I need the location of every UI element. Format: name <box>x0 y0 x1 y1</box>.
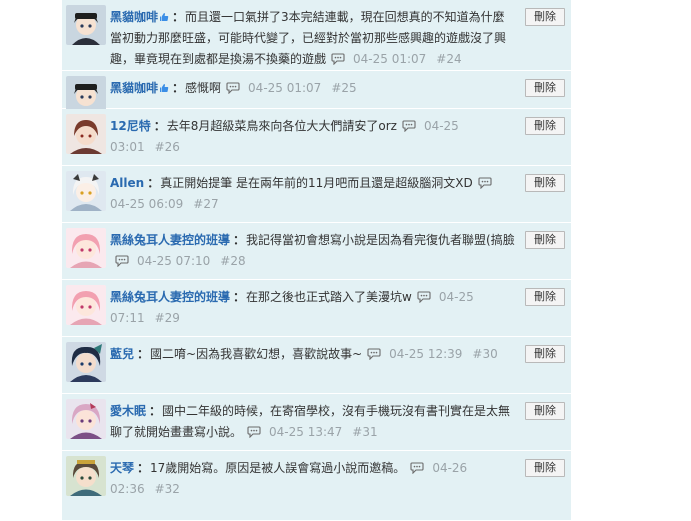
reply-item: 黑絲兔耳人妻控的班導 ：我記得當初會想寫小說是因為看完復仇者聯盟(搞臉 04-25 … <box>62 223 571 280</box>
reply-text: 17歲開始寫。原因是被人誤會寫過小說而邀稿。 <box>150 461 406 475</box>
verified-badge-icon <box>159 79 169 92</box>
floor-number: #29 <box>154 311 180 325</box>
delete-button[interactable]: 刪除 <box>525 231 565 249</box>
avatar[interactable] <box>66 114 106 154</box>
username-link[interactable]: 黑絲兔耳人妻控的班導 <box>110 233 230 247</box>
reply-timestamp: 04-25 01:07 <box>353 52 427 66</box>
delete-button[interactable]: 刪除 <box>525 79 565 97</box>
reply-body: 黑貓咖啡 ：感慨啊 04-25 01:07 #25 <box>110 78 516 99</box>
colon-separator: ： <box>172 10 185 24</box>
colon-separator: ： <box>172 81 185 95</box>
reply-timestamp: 04-25 07:10 <box>137 254 211 268</box>
comment-icon[interactable] <box>226 80 240 95</box>
reply-item: 藍兒 ：國二唷~因為我喜歡幻想，喜歡說故事~ 04-25 12:39 #30 刪除 <box>62 337 571 394</box>
colon-separator: ： <box>137 461 150 475</box>
username-link[interactable]: 黑絲兔耳人妻控的班導 <box>110 290 230 304</box>
reply-body: 藍兒 ：國二唷~因為我喜歡幻想，喜歡說故事~ 04-25 12:39 #30 <box>110 344 516 365</box>
reply-item: 12尼特 ：去年8月超級菜鳥來向各位大大們請安了orz 04-25 03:01 #26… <box>62 109 571 166</box>
avatar[interactable] <box>66 285 106 325</box>
username-link[interactable]: 藍兒 <box>110 347 134 361</box>
delete-button[interactable]: 刪除 <box>525 174 565 192</box>
comment-icon[interactable] <box>478 175 492 190</box>
reply-body: 黑絲兔耳人妻控的班導 ：我記得當初會想寫小說是因為看完復仇者聯盟(搞臉 04-25 … <box>110 230 516 272</box>
reply-text: 感慨啊 <box>185 81 222 95</box>
floor-number: #31 <box>352 425 378 439</box>
reply-body: 愛木眠 ：國中二年級的時候，在寄宿學校，沒有手機玩沒有書刊實在是太無聊了就開始畫畫… <box>110 401 516 443</box>
reply-text: 我記得當初會想寫小說是因為看完復仇者聯盟(搞臉 <box>246 233 515 247</box>
delete-button[interactable]: 刪除 <box>525 288 565 306</box>
avatar[interactable] <box>66 228 106 268</box>
comment-icon[interactable] <box>115 253 129 268</box>
reply-item: 黑貓咖啡 ：感慨啊 04-25 01:07 #25 刪除 <box>62 71 571 116</box>
delete-button[interactable]: 刪除 <box>525 345 565 363</box>
reply-timestamp: 04-25 01:07 <box>248 81 322 95</box>
colon-separator: ： <box>147 176 160 190</box>
comment-icon[interactable] <box>331 51 345 66</box>
colon-separator: ： <box>149 404 162 418</box>
floor-number: #30 <box>472 347 498 361</box>
comment-icon[interactable] <box>367 346 381 361</box>
reply-text: 國二唷~因為我喜歡幻想，喜歡說故事~ <box>150 347 363 361</box>
reply-body: 黑貓咖啡 ：而且還一口氣拼了3本完結連載，現在回想真的不知道為什麼當初動力那麼旺盛… <box>110 7 516 70</box>
avatar[interactable] <box>66 456 106 496</box>
username-link[interactable]: 愛木眠 <box>110 404 146 418</box>
avatar[interactable] <box>66 171 106 211</box>
reply-timestamp: 04-25 12:39 <box>389 347 463 361</box>
username-link[interactable]: 黑貓咖啡 <box>110 10 158 24</box>
comment-icon[interactable] <box>410 460 424 475</box>
avatar[interactable] <box>66 342 106 382</box>
floor-number: #25 <box>331 81 357 95</box>
delete-button[interactable]: 刪除 <box>525 459 565 477</box>
colon-separator: ： <box>233 290 246 304</box>
floor-number: #26 <box>154 140 180 154</box>
floor-number: #24 <box>436 52 462 66</box>
reply-item: Allen ：真正開始提筆 是在兩年前的11月吧而且還是超級腦洞文XD 04-25 … <box>62 166 571 223</box>
colon-separator: ： <box>233 233 246 247</box>
reply-timestamp: 04-25 06:09 <box>110 197 184 211</box>
username-link[interactable]: 12尼特 <box>110 119 151 133</box>
delete-button[interactable]: 刪除 <box>525 117 565 135</box>
reply-body: 天琴 ：17歲開始寫。原因是被人誤會寫過小說而邀稿。 04-26 02:36 #32 <box>110 458 516 500</box>
avatar[interactable] <box>66 5 106 45</box>
username-link[interactable]: 黑貓咖啡 <box>110 81 158 95</box>
delete-button[interactable]: 刪除 <box>525 402 565 420</box>
reply-text: 去年8月超級菜鳥來向各位大大們請安了orz <box>166 119 397 133</box>
reply-body: Allen ：真正開始提筆 是在兩年前的11月吧而且還是超級腦洞文XD 04-25 … <box>110 173 516 215</box>
delete-button[interactable]: 刪除 <box>525 8 565 26</box>
username-link[interactable]: Allen <box>110 176 144 190</box>
floor-number: #28 <box>220 254 246 268</box>
floor-number: #27 <box>193 197 219 211</box>
reply-body: 黑絲兔耳人妻控的班導 ：在那之後也正式踏入了美漫坑w 04-25 07:11 #29 <box>110 287 516 329</box>
reply-item: 黑貓咖啡 ：而且還一口氣拼了3本完結連載，現在回想真的不知道為什麼當初動力那麼旺盛… <box>62 0 571 71</box>
comment-icon[interactable] <box>402 118 416 133</box>
comment-icon[interactable] <box>247 424 261 439</box>
reply-text: 真正開始提筆 是在兩年前的11月吧而且還是超級腦洞文XD <box>160 176 473 190</box>
verified-badge-icon <box>159 8 169 21</box>
colon-separator: ： <box>153 119 166 133</box>
floor-number: #32 <box>154 482 180 496</box>
reply-text: 在那之後也正式踏入了美漫坑w <box>246 290 412 304</box>
reply-timestamp: 04-25 13:47 <box>269 425 343 439</box>
reply-item: 愛木眠 ：國中二年級的時候，在寄宿學校，沒有手機玩沒有書刊實在是太無聊了就開始畫畫… <box>62 394 571 451</box>
reply-item: 天琴 ：17歲開始寫。原因是被人誤會寫過小說而邀稿。 04-26 02:36 #32 刪… <box>62 451 571 521</box>
comment-icon[interactable] <box>417 289 431 304</box>
username-link[interactable]: 天琴 <box>110 461 134 475</box>
avatar[interactable] <box>66 399 106 439</box>
reply-list: 黑貓咖啡 ：而且還一口氣拼了3本完結連載，現在回想真的不知道為什麼當初動力那麼旺盛… <box>62 0 571 521</box>
reply-body: 12尼特 ：去年8月超級菜鳥來向各位大大們請安了orz 04-25 03:01 #26 <box>110 116 516 158</box>
reply-item: 黑絲兔耳人妻控的班導 ：在那之後也正式踏入了美漫坑w 04-25 07:11 #29 刪… <box>62 280 571 337</box>
colon-separator: ： <box>137 347 150 361</box>
